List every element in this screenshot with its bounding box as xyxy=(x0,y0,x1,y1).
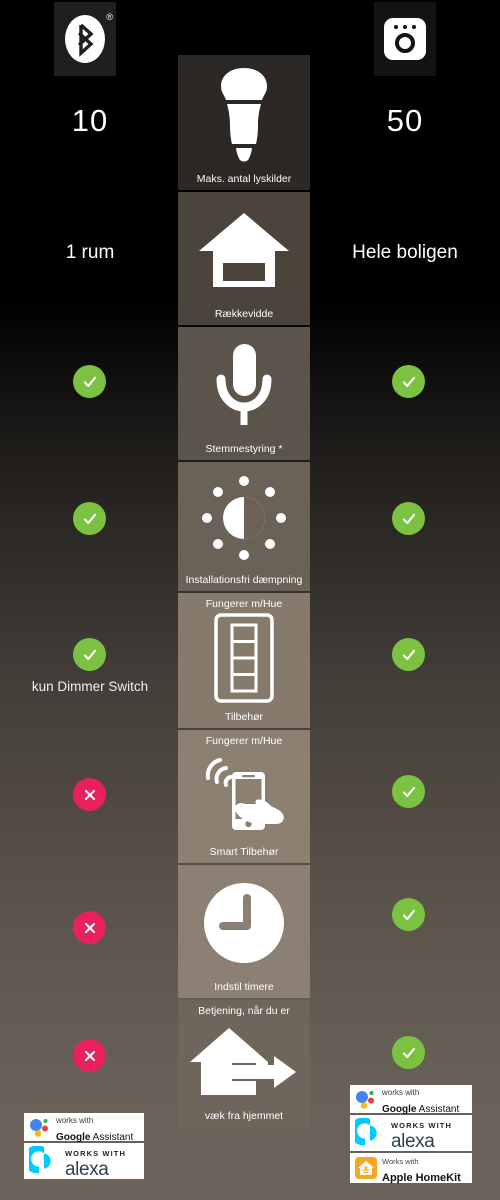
bluetooth-glyph: ® xyxy=(63,11,113,67)
feature-top-label: Betjening, når du er xyxy=(198,1005,290,1017)
google-assistant-icon xyxy=(29,1117,51,1137)
feature-label: Indstil timere xyxy=(214,980,274,993)
bluetooth-icon: ® xyxy=(54,2,116,76)
right-compatibility-logos: works with Google Assistant WORKS WITH a… xyxy=(349,1085,472,1186)
brightness-icon xyxy=(178,462,310,574)
apple-homekit-logo-text: Works with Apple HomeKit xyxy=(382,1151,461,1186)
feature-card-smart-accessories: Fungerer m/Hue Smart Tilbehør xyxy=(178,730,310,863)
clock-icon xyxy=(178,865,310,981)
google-assistant-logo-text: works with Google Assistant xyxy=(382,1082,459,1117)
left-away-from-home-status-badge xyxy=(73,1039,106,1072)
right-accessories-status-badge xyxy=(392,638,425,671)
feature-card-accessories: Fungerer m/Hue Tilbehør xyxy=(178,593,310,728)
left-voice-control-status-badge xyxy=(73,365,106,398)
right-wireless-dimming-status-badge xyxy=(392,502,425,535)
feature-card-away-from-home: Betjening, når du er væk fra hjemmet xyxy=(178,1000,310,1127)
logo-line-2-bold: Google xyxy=(382,1104,417,1115)
logo-line-1: WORKS WITH xyxy=(391,1120,452,1130)
feature-card-timers: Indstil timere xyxy=(178,865,310,998)
right-timers-status-badge xyxy=(392,898,425,931)
feature-card-max-lights: Maks. antal lyskilder xyxy=(178,55,310,190)
right-range-value: Hele boligen xyxy=(352,242,458,263)
feature-label: Tilbehør xyxy=(224,710,264,723)
feature-top-label: Fungerer m/Hue xyxy=(205,598,283,610)
alexa-icon xyxy=(349,1117,385,1148)
logo-line-1: works with xyxy=(382,1087,420,1097)
left-accessories-note: kun Dimmer Switch xyxy=(31,679,149,694)
google-assistant-logo: works with Google Assistant xyxy=(350,1085,472,1115)
logo-line-2-rest: Assistant xyxy=(416,1104,460,1115)
alexa-logo-text: WORKS WITH alexa xyxy=(65,1144,126,1180)
logo-line-2-bold: Google xyxy=(56,1132,91,1143)
alexa-logo: WORKS WITH alexa xyxy=(349,1115,472,1152)
light-bulb-icon xyxy=(178,55,310,173)
logo-line-1: works with xyxy=(56,1115,94,1125)
feature-label: Smart Tilbehør xyxy=(209,845,279,858)
feature-top-label: Fungerer m/Hue xyxy=(205,735,283,747)
microphone-icon xyxy=(178,327,310,443)
logo-line-2: Apple HomeKit xyxy=(382,1172,461,1184)
feature-card-range: Rækkevidde xyxy=(178,192,310,325)
feature-card-voice-control: Stemmestyring * xyxy=(178,327,310,460)
left-max-lights-value: 10 xyxy=(71,103,109,138)
right-smart-accessories-status-badge xyxy=(392,775,425,808)
feature-label: Stemmestyring * xyxy=(205,442,283,455)
right-voice-control-status-badge xyxy=(392,365,425,398)
feature-card-wireless-dimming: Installationsfri dæmpning xyxy=(178,462,310,591)
left-timers-status-badge xyxy=(73,911,106,944)
feature-label: Rækkevidde xyxy=(214,307,274,320)
logo-line-2: alexa xyxy=(391,1130,435,1152)
hand-phone-wifi-icon xyxy=(178,730,310,846)
feature-label: væk fra hjemmet xyxy=(204,1109,284,1122)
apple-homekit-icon xyxy=(355,1157,377,1179)
logo-line-2-rest: Assistant xyxy=(90,1132,134,1143)
alexa-logo: WORKS WITH alexa xyxy=(23,1143,144,1180)
left-compatibility-logos: works with Google Assistant WORKS WITH a… xyxy=(23,1113,144,1180)
google-assistant-logo: works with Google Assistant xyxy=(24,1113,144,1143)
left-range-value: 1 rum xyxy=(65,242,115,263)
left-accessories-status-badge xyxy=(73,638,106,671)
house-icon xyxy=(178,192,310,308)
apple-homekit-logo: Works with Apple HomeKit xyxy=(350,1151,472,1186)
google-assistant-icon xyxy=(355,1089,377,1109)
left-wireless-dimming-status-badge xyxy=(73,502,106,535)
feature-label: Installationsfri dæmpning xyxy=(185,573,303,586)
google-assistant-logo-text: works with Google Assistant xyxy=(56,1110,133,1145)
right-away-from-home-status-badge xyxy=(392,1036,425,1069)
left-smart-accessories-status-badge xyxy=(73,778,106,811)
registered-trademark-icon: ® xyxy=(106,12,113,22)
logo-line-2: alexa xyxy=(65,1158,109,1180)
logo-line-1: WORKS WITH xyxy=(65,1148,126,1158)
logo-line-1: Works with xyxy=(382,1156,419,1166)
hue-bridge-glyph xyxy=(384,18,426,60)
feature-label: Maks. antal lyskilder xyxy=(196,172,292,185)
alexa-logo-text: WORKS WITH alexa xyxy=(391,1116,452,1152)
hue-bridge-icon xyxy=(374,2,436,76)
right-max-lights-value: 50 xyxy=(386,103,424,138)
alexa-icon xyxy=(23,1145,59,1176)
comparison-infographic: ® 10 50 1 rum Hele boligen kun Dimmer Sw… xyxy=(0,0,500,1200)
dimmer-switch-icon xyxy=(178,593,310,711)
